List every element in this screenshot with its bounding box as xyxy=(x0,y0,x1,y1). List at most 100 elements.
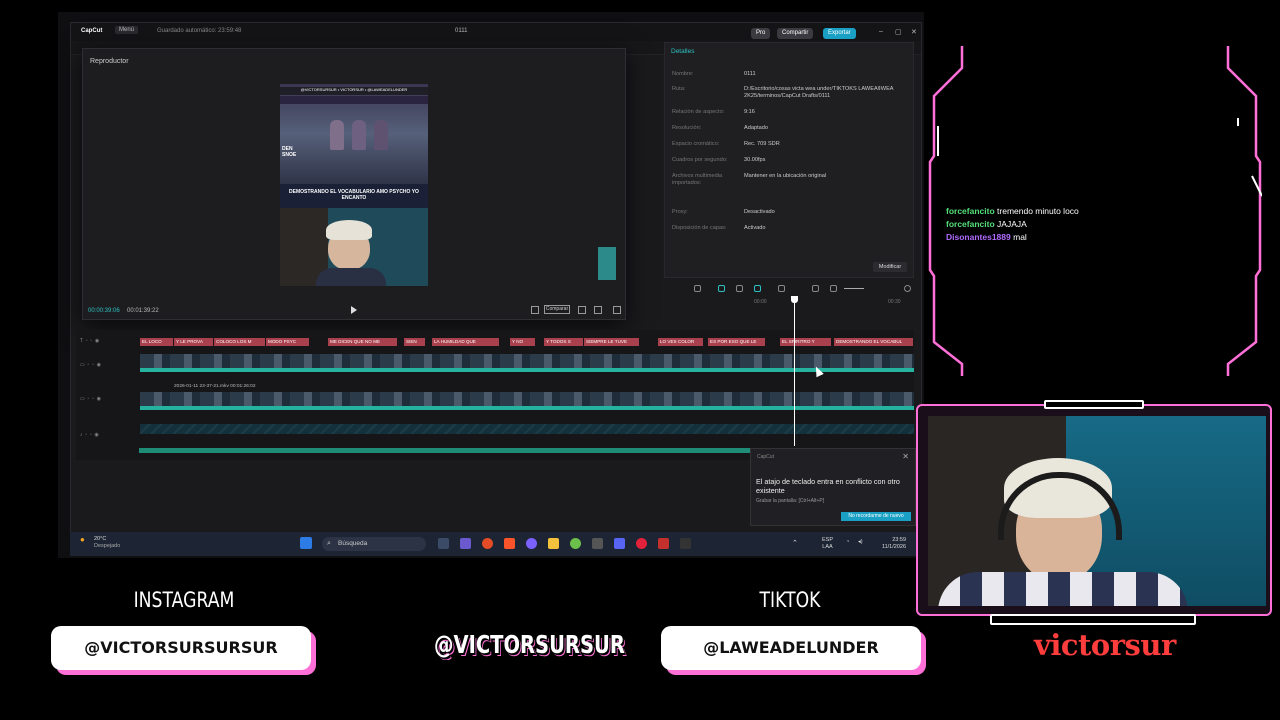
safe-area-icon[interactable] xyxy=(531,306,539,314)
text-clip[interactable]: COLOCO LOS M xyxy=(214,338,266,346)
player-title: Reproductor xyxy=(90,58,129,65)
close-icon[interactable]: ✕ xyxy=(911,28,917,36)
windows-start-icon[interactable] xyxy=(300,537,312,549)
toast-close-icon[interactable]: ✕ xyxy=(902,452,909,461)
sun-icon: ● xyxy=(80,535,85,544)
webcam-shirt xyxy=(938,572,1188,606)
task-view-icon[interactable] xyxy=(438,538,449,549)
caption-icon[interactable] xyxy=(812,285,819,292)
play-icon[interactable] xyxy=(351,306,357,314)
text-clip[interactable]: Y TODOS S xyxy=(544,338,584,346)
playhead[interactable] xyxy=(794,296,795,446)
text-clip[interactable]: EL LOCO xyxy=(140,338,174,346)
preview-ceiling xyxy=(280,96,428,104)
mic-icon[interactable] xyxy=(694,285,701,292)
text-clip[interactable]: EL SPIRITRO Y xyxy=(780,338,832,346)
clock[interactable]: 23:59 11/1/2026 xyxy=(882,537,906,551)
opera-icon[interactable] xyxy=(526,538,537,549)
text-clip[interactable]: SIEMPRE LE TUVE xyxy=(584,338,640,346)
video-clip-track[interactable] xyxy=(140,354,914,372)
weather-temp: 20°C xyxy=(94,536,107,542)
folder-icon[interactable] xyxy=(548,538,559,549)
language-indicator[interactable]: ESP LAA xyxy=(822,537,833,551)
editor-icon[interactable] xyxy=(680,538,691,549)
video-preview[interactable]: @VICTORSURSUR • VICTORSUR • @LAWEADELUND… xyxy=(280,84,428,286)
text-clip[interactable]: Y NO xyxy=(510,338,536,346)
detail-key: Proxy: xyxy=(672,209,688,215)
menu-button[interactable]: Menú xyxy=(115,26,139,34)
taskbar-search[interactable]: ⌕ Búsqueda xyxy=(322,537,426,551)
chrome-icon[interactable] xyxy=(482,538,493,549)
text-clip[interactable]: LO VES COLOR xyxy=(658,338,704,346)
toast-dismiss-button[interactable]: No recordarme de nuevo xyxy=(841,512,911,521)
preview-figure xyxy=(374,120,388,150)
fullscreen-icon[interactable] xyxy=(613,306,621,314)
ruler-tick: 00:00 xyxy=(754,299,767,305)
detail-key: Espacio cromático: xyxy=(672,141,720,147)
video-clip-track[interactable] xyxy=(140,392,914,410)
text-clip[interactable]: DEMOSTRANDO EL VOCABUL xyxy=(834,338,914,346)
zoom-slider[interactable] xyxy=(844,288,864,289)
detail-value: Activado xyxy=(744,225,766,231)
wifi-icon[interactable]: ◔ xyxy=(846,539,849,545)
maximize-icon[interactable]: ▢ xyxy=(895,28,902,36)
snapshot-icon[interactable] xyxy=(578,306,586,314)
detail-value: Desactivado xyxy=(744,209,775,215)
volume-icon[interactable]: ◂) xyxy=(858,539,863,545)
chat-text: JAJAJA xyxy=(997,219,1027,229)
pro-badge[interactable]: Pro xyxy=(751,28,771,39)
total-timecode: 00:01:39:22 xyxy=(127,308,159,314)
center-handle: @VICTORSURSUR xyxy=(434,630,625,659)
modify-button[interactable]: Modificar xyxy=(873,262,907,272)
minimize-icon[interactable]: – xyxy=(879,28,883,35)
detail-key: Relación de aspecto: xyxy=(672,109,725,115)
detail-key: Disposición de capas: xyxy=(672,225,727,231)
chevron-up-icon[interactable]: ⌃ xyxy=(792,539,798,547)
chat-username: forcefancito xyxy=(946,219,995,229)
teams-icon[interactable] xyxy=(460,538,471,549)
text-clip[interactable]: ME DICEN QUE NO ME xyxy=(328,338,398,346)
search-placeholder: Búsqueda xyxy=(338,540,368,547)
preview-side-text: DEN SNOE xyxy=(282,146,297,158)
ratio-icon[interactable] xyxy=(594,306,602,314)
audio-clip[interactable] xyxy=(139,448,751,453)
detail-value: D:/Escritorio/cosas victa wea under/TIKT… xyxy=(744,86,894,99)
preview-banner: @VICTORSURSUR • VICTORSUR • @LAWEADELUND… xyxy=(280,87,428,95)
text-clip[interactable]: Y LE PROVA xyxy=(174,338,214,346)
discord-icon[interactable] xyxy=(614,538,625,549)
obs-icon[interactable] xyxy=(636,538,647,549)
brave-icon[interactable] xyxy=(504,538,515,549)
text-track-header[interactable]: T ▫ ▫ ◉ xyxy=(80,338,140,348)
text-clip[interactable]: SIEN xyxy=(404,338,426,346)
youtube-icon[interactable] xyxy=(658,538,669,549)
compare-button[interactable]: Comparar xyxy=(544,305,570,314)
text-clip[interactable]: MODO PSYC xyxy=(266,338,310,346)
media-thumbnail[interactable] xyxy=(598,247,616,280)
audio-track-header[interactable]: ♪ ▫ ▫ ◉ xyxy=(80,432,140,442)
region-code: LAA xyxy=(822,544,833,550)
clock-date: 11/1/2026 xyxy=(881,544,906,550)
player-header: Reproductor xyxy=(83,49,625,73)
detail-key: Cuadros por segundo: xyxy=(672,157,728,163)
xbox-icon[interactable] xyxy=(570,538,581,549)
share-button[interactable]: Compartir xyxy=(777,28,814,39)
split-icon[interactable] xyxy=(778,285,785,292)
details-panel: Detalles Nombre: 0111 Ruta: D:/Escritorio/… xyxy=(664,42,914,278)
preview-axis-icon[interactable] xyxy=(754,285,761,292)
video-track-header[interactable]: ▭ ▫ ▫ ◉ xyxy=(80,362,140,372)
text-clip[interactable]: ES POR ESO QUE LE xyxy=(708,338,766,346)
link-icon[interactable] xyxy=(718,285,725,292)
video-track-header[interactable]: ▭ ▫ ▫ ◉ xyxy=(80,396,140,406)
text-clip[interactable]: LA HUMILDAD QUE xyxy=(432,338,500,346)
audio-track[interactable] xyxy=(140,424,914,434)
snap-icon[interactable] xyxy=(736,285,743,292)
toast-app-name: CapCut xyxy=(757,454,774,460)
zoom-out-icon[interactable] xyxy=(830,285,837,292)
weather-widget[interactable]: ● 20°C Despejado xyxy=(80,536,120,550)
autosave-status: Guardado automático: 23:59:48 xyxy=(157,28,242,34)
export-button[interactable]: Exportar xyxy=(823,28,856,39)
zoom-fit-icon[interactable] xyxy=(904,285,911,292)
capcut-taskbar-icon[interactable] xyxy=(592,538,603,549)
brand-logo: victorsur xyxy=(1034,628,1176,662)
detail-value: Mantener en la ubicación original xyxy=(744,173,827,179)
